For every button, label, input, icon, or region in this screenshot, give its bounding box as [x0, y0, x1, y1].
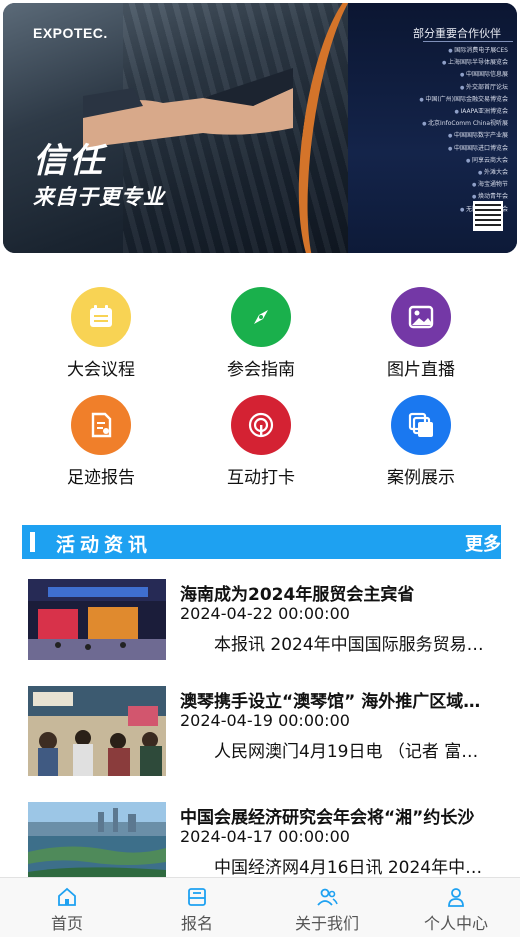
tab-label: 关于我们 [294, 914, 359, 933]
grid-item-footprint-report[interactable]: 足迹报告 [31, 395, 171, 488]
partner-item: 国际消费电子展CES [398, 45, 517, 57]
compass-icon [231, 287, 291, 347]
grid-item-label: 足迹报告 [67, 468, 135, 488]
grid-item-agenda[interactable]: 大会议程 [31, 287, 171, 380]
grid-item-label: 参会指南 [227, 360, 295, 380]
grid-item-label: 案例展示 [387, 468, 455, 488]
partner-item: 同享云商大会 [398, 155, 517, 167]
news-date: 2024-04-19 00:00:00 [180, 711, 350, 730]
handshake-image [83, 68, 293, 148]
banner-slogan-2: 来自于更专业 [33, 185, 165, 209]
partner-item: 中国国际信息展 [398, 69, 517, 81]
news-thumbnail [28, 686, 166, 776]
grid-item-label: 图片直播 [387, 360, 455, 380]
tab-profile[interactable]: 个人中心 [391, 878, 520, 937]
user-icon [448, 888, 464, 907]
partners-list: 国际消费电子展CES 上海国际半导体展览会 中国国际信息展 外交部首厅论坛 中国… [398, 45, 517, 216]
partner-item: IAAPA亚洲博览会 [398, 106, 517, 118]
banner[interactable]: EXPOTEC. 信任 来自于更专业 部分重要合作伙伴 国际消费电子展CES 上… [3, 3, 517, 253]
image-icon [391, 287, 451, 347]
tab-home[interactable]: 首页 [2, 878, 132, 937]
brand-logo: EXPOTEC. [33, 25, 108, 41]
partner-item: 北京InfoComm China视听展 [398, 118, 517, 130]
grid-item-label: 互动打卡 [227, 468, 295, 488]
calendar-icon [71, 287, 131, 347]
tab-signup[interactable]: 报名 [132, 878, 262, 937]
grid-item-label: 大会议程 [67, 360, 135, 380]
partner-item: 海宝通物节 [398, 179, 517, 191]
section-marker [30, 532, 35, 552]
news-summary: 本报讯 2024年中国国际服务贸易交易会将于9月在北京举办 [214, 635, 492, 655]
news-thumbnail [28, 579, 166, 660]
partner-item: 外滩大会 [398, 167, 517, 179]
section-header-news: 活动资讯 更多 [22, 525, 501, 559]
news-date: 2024-04-22 00:00:00 [180, 604, 350, 623]
news-title: 海南成为2024年服贸会主宾省 [180, 585, 415, 605]
news-date: 2024-04-17 00:00:00 [180, 827, 350, 846]
home-icon [58, 887, 76, 906]
grid-item-photo-live[interactable]: 图片直播 [351, 287, 491, 380]
news-title: 澳琴携手设立“澳琴馆” 海外推广区域品牌 [180, 692, 496, 712]
partner-item: 中国国际数字产业展 [398, 130, 517, 142]
tab-about[interactable]: 关于我们 [262, 878, 392, 937]
users-icon [317, 888, 338, 906]
tab-label: 个人中心 [423, 914, 488, 933]
signal-icon [231, 395, 291, 455]
partner-item: 外交部首厅论坛 [398, 82, 517, 94]
partner-item: 中国(广州)国际金融交易博览会 [398, 94, 517, 106]
banner-slogan-1: 信任 [33, 141, 105, 181]
partners-title: 部分重要合作伙伴 [413, 27, 501, 40]
bottom-tab-bar: 首页 报名 关于我们 个人中心 [0, 877, 520, 937]
divider [423, 41, 513, 42]
more-link[interactable]: 更多 [465, 530, 501, 556]
grid-item-checkin[interactable]: 互动打卡 [191, 395, 331, 488]
form-icon [188, 888, 206, 906]
news-item[interactable]: 澳琴携手设立“澳琴馆” 海外推广区域品牌 2024-04-19 00:00:00… [28, 686, 498, 776]
partner-item: 中国国际进口博览会 [398, 143, 517, 155]
news-summary: 中国经济网4月16日讯 2024年中国会展经济研究会 [214, 858, 492, 878]
section-title: 活动资讯 [56, 534, 153, 556]
grid-item-guide[interactable]: 参会指南 [191, 287, 331, 380]
news-thumbnail [28, 802, 166, 878]
tab-label: 报名 [180, 914, 213, 933]
news-item[interactable]: 海南成为2024年服贸会主宾省 2024-04-22 00:00:00 本报讯 … [28, 579, 498, 669]
news-summary: 人民网澳门4月19日电 （记者 富子梅） [214, 742, 492, 762]
qr-code-icon [473, 201, 503, 231]
report-icon [71, 395, 131, 455]
news-title: 中国会展经济研究会年会将“湘”约长沙 [180, 808, 475, 828]
tab-label: 首页 [50, 914, 83, 933]
grid-item-cases[interactable]: 案例展示 [351, 395, 491, 488]
stack-icon [391, 395, 451, 455]
partner-item: 上海国际半导体展览会 [398, 57, 517, 69]
